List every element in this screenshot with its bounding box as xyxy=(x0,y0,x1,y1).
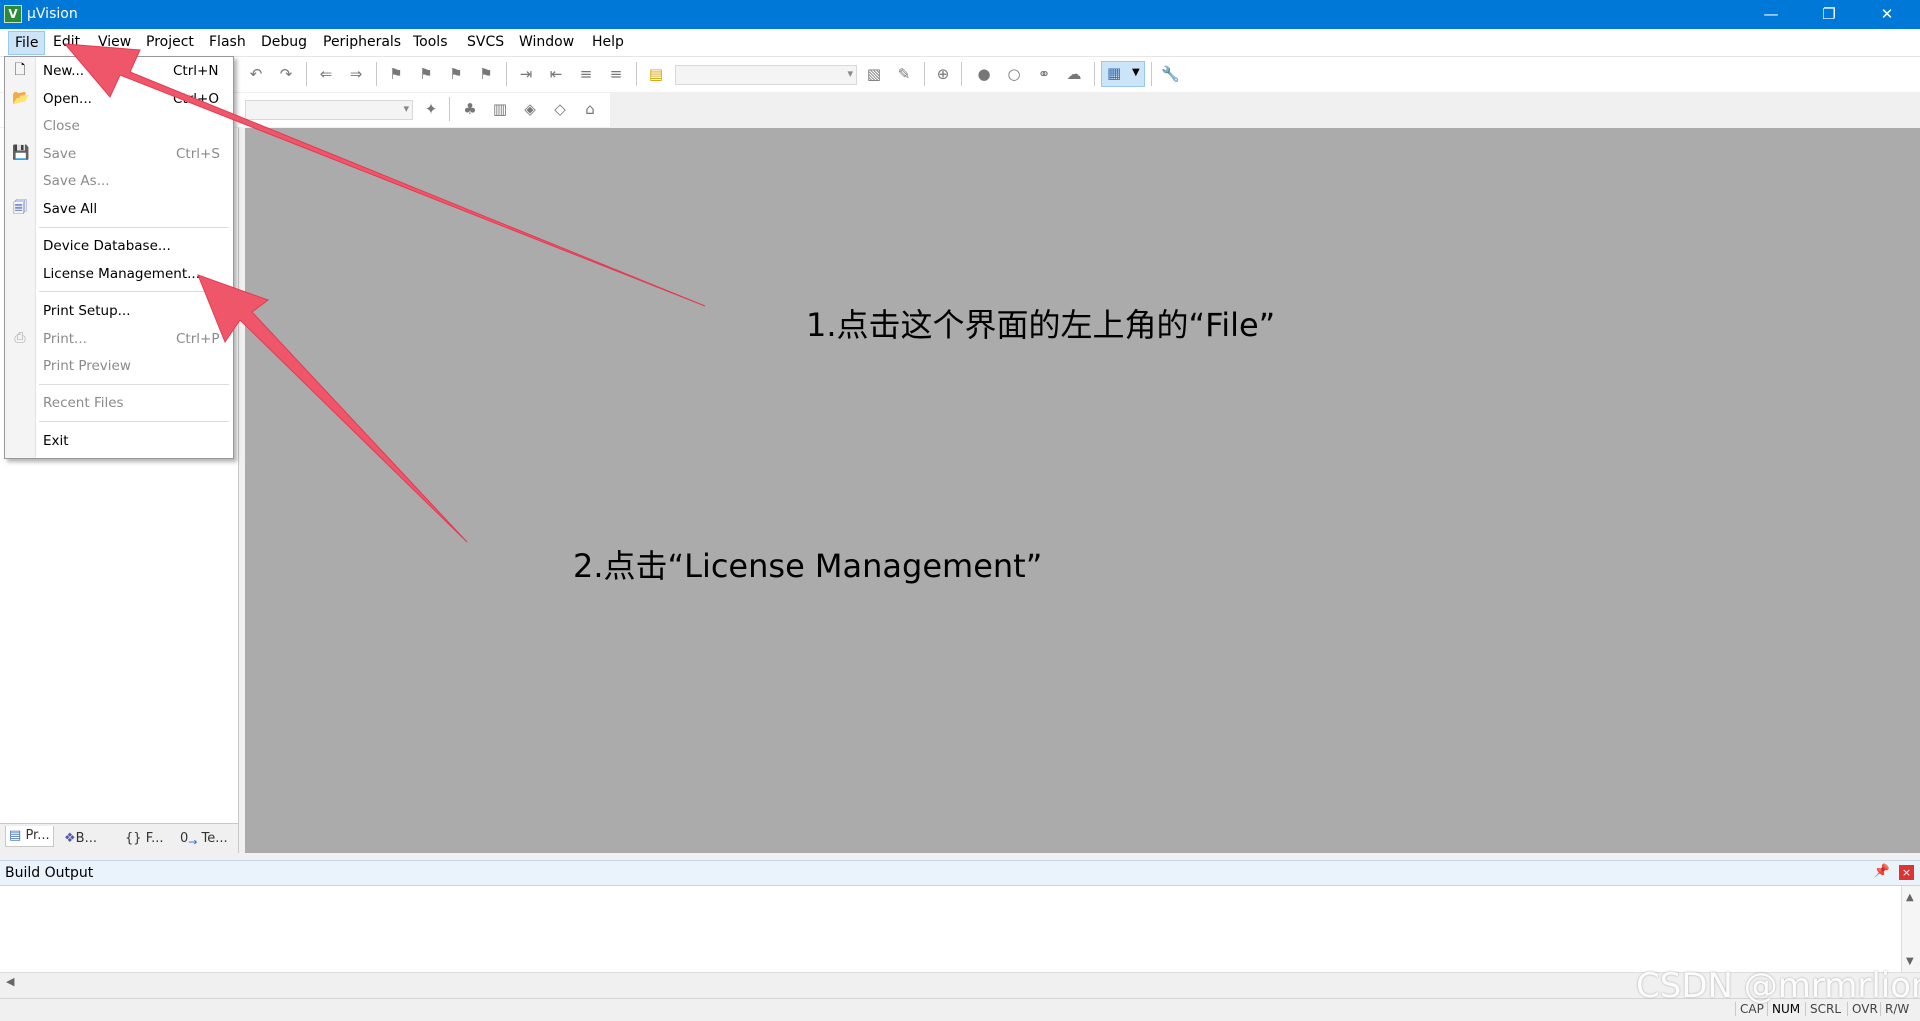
menu-item-close[interactable]: Close xyxy=(5,114,233,138)
menu-item-print-setup[interactable]: Print Setup... xyxy=(5,299,233,323)
comment-icon[interactable]: ≡ xyxy=(577,65,595,83)
tab-project[interactable]: ▤ Pr... xyxy=(5,826,54,847)
minimize-button[interactable]: — xyxy=(1742,0,1800,29)
print-icon: ⎙ xyxy=(14,330,26,346)
menu-flash[interactable]: Flash xyxy=(205,34,250,50)
insert-breakpoint-icon[interactable]: ● xyxy=(975,65,993,83)
project-tab-icon: ▤ xyxy=(9,828,22,843)
uncomment-icon[interactable]: ≡ xyxy=(607,65,625,83)
scroll-left-icon[interactable]: ◀ xyxy=(6,975,14,988)
unindent-icon[interactable]: ⇤ xyxy=(547,65,565,83)
annotation-step-1: 1.点击这个界面的左上角的“File” xyxy=(806,306,1276,344)
find-combo[interactable]: ▾ xyxy=(675,65,857,85)
new-file-icon: 🗋 xyxy=(14,62,26,78)
templates-tab-icon: 0→ xyxy=(180,831,198,849)
menu-item-exit[interactable]: Exit xyxy=(5,429,233,453)
find-in-files-icon[interactable]: ▤ xyxy=(647,65,665,83)
close-build-output-icon[interactable]: × xyxy=(1899,865,1914,880)
chevron-down-icon: ▼ xyxy=(1132,67,1140,78)
functions-tab-icon: {} xyxy=(125,831,142,846)
kill-breakpoints-icon[interactable]: ☁ xyxy=(1065,65,1083,83)
maximize-button[interactable]: ❐ xyxy=(1800,0,1858,29)
scroll-up-icon[interactable]: ▲ xyxy=(1906,892,1914,903)
build-output-title: Build Output xyxy=(5,865,94,881)
save-all-icon: 🗐 xyxy=(13,200,27,216)
menu-file[interactable]: File xyxy=(8,31,46,55)
find-icon[interactable]: ▧ xyxy=(865,65,883,83)
menu-view[interactable]: View xyxy=(94,34,135,50)
save-icon: 💾 xyxy=(12,145,30,161)
menu-help[interactable]: Help xyxy=(588,34,628,50)
menu-item-recent-files[interactable]: Recent Files xyxy=(5,391,233,415)
menu-svcs[interactable]: SVCS xyxy=(463,34,508,50)
watermark: CSDN @mrmrlion xyxy=(1636,966,1920,1006)
undo-icon[interactable]: ↶ xyxy=(247,65,265,83)
title-bar: V µVision — ❐ ✕ xyxy=(0,0,1920,29)
status-bar: CAP NUM SCRL OVR R/W xyxy=(0,998,1920,1021)
redo-icon[interactable]: ↷ xyxy=(277,65,295,83)
previous-bookmark-icon[interactable]: ⚑ xyxy=(417,65,435,83)
tab-books[interactable]: ❖B... xyxy=(64,829,97,849)
manage-run-time-icon[interactable]: ◇ xyxy=(551,100,569,118)
manage-components-icon[interactable]: ▥ xyxy=(491,100,509,118)
tab-templates[interactable]: 0→ Te... xyxy=(180,829,228,849)
menu-item-save-all[interactable]: 🗐 Save All xyxy=(5,197,233,221)
build-output-horizontal-scrollbar[interactable]: ◀ xyxy=(0,972,1920,991)
editor-workspace xyxy=(245,128,1920,853)
clear-bookmarks-icon[interactable]: ⚑ xyxy=(477,65,495,83)
menu-peripherals[interactable]: Peripherals xyxy=(319,34,405,50)
enable-breakpoint-icon[interactable]: ○ xyxy=(1005,65,1023,83)
bookmark-icon[interactable]: ⚑ xyxy=(387,65,405,83)
build-output-vertical-scrollbar[interactable]: ▲ ▼ xyxy=(1901,886,1920,972)
menu-item-save[interactable]: 💾 Save Ctrl+S xyxy=(5,142,233,166)
debug-session-icon[interactable]: ⊕ xyxy=(934,65,952,83)
build-output-header: Build Output 📌 × xyxy=(0,860,1920,886)
file-menu-dropdown: 🗋 New... Ctrl+N 📂 Open... Ctrl+O Close 💾… xyxy=(4,56,234,459)
configuration-icon[interactable]: 🔧 xyxy=(1161,65,1180,83)
select-packs-icon[interactable]: ◈ xyxy=(521,100,539,118)
menu-item-device-database[interactable]: Device Database... xyxy=(5,234,233,258)
menu-edit[interactable]: Edit xyxy=(49,34,84,50)
standard-toolbar: ↶ ↷ ⇐ ⇒ ⚑ ⚑ ⚑ ⚑ ⇥ ⇤ ≡ ≡ ▤ ▾ ▧ ✎ ⊕ ● ○ ⚭ … xyxy=(0,57,1920,92)
menu-item-open[interactable]: 📂 Open... Ctrl+O xyxy=(5,87,233,111)
indent-icon[interactable]: ⇥ xyxy=(517,65,535,83)
menu-item-print[interactable]: ⎙ Print... Ctrl+P xyxy=(5,327,233,351)
close-button[interactable]: ✕ xyxy=(1858,0,1916,29)
menu-project[interactable]: Project xyxy=(142,34,198,50)
annotation-step-2: 2.点击“License Management” xyxy=(573,547,1043,585)
menu-window[interactable]: Window xyxy=(515,34,578,50)
disable-breakpoints-icon[interactable]: ⚭ xyxy=(1035,65,1053,83)
manage-project-icon[interactable]: ♣ xyxy=(461,100,479,118)
target-select[interactable]: ▾ xyxy=(245,100,413,120)
menu-item-print-preview[interactable]: Print Preview xyxy=(5,354,233,378)
window-layout-button[interactable]: ▦ ▼ xyxy=(1101,61,1145,87)
next-bookmark-icon[interactable]: ⚑ xyxy=(447,65,465,83)
pin-icon[interactable]: 📌 xyxy=(1874,864,1890,879)
navigate-forward-icon[interactable]: ⇒ xyxy=(347,65,365,83)
tab-functions[interactable]: {} F... xyxy=(125,829,163,849)
window-title: µVision xyxy=(27,6,78,22)
window-layout-icon: ▦ xyxy=(1107,64,1122,82)
menu-debug[interactable]: Debug xyxy=(257,34,311,50)
navigate-back-icon[interactable]: ⇐ xyxy=(317,65,335,83)
uvision-app-icon: V xyxy=(4,5,22,23)
menu-tools[interactable]: Tools xyxy=(409,34,452,50)
target-options-icon[interactable]: ✦ xyxy=(422,100,440,118)
menu-item-license-management[interactable]: License Management... xyxy=(5,262,233,286)
books-tab-icon: ❖ xyxy=(64,831,76,846)
project-panel-tabs: ▤ Pr... ❖B... {} F... 0→ Te... xyxy=(0,823,238,854)
pack-installer-icon[interactable]: ⌂ xyxy=(581,100,599,118)
menu-item-save-as[interactable]: Save As... xyxy=(5,169,233,193)
incremental-find-icon[interactable]: ✎ xyxy=(895,65,913,83)
menu-item-new[interactable]: 🗋 New... Ctrl+N xyxy=(5,59,233,83)
build-output-text[interactable] xyxy=(0,886,1920,972)
open-folder-icon: 📂 xyxy=(12,90,30,106)
menu-bar: File Edit View Project Flash Debug Perip… xyxy=(0,29,1920,57)
